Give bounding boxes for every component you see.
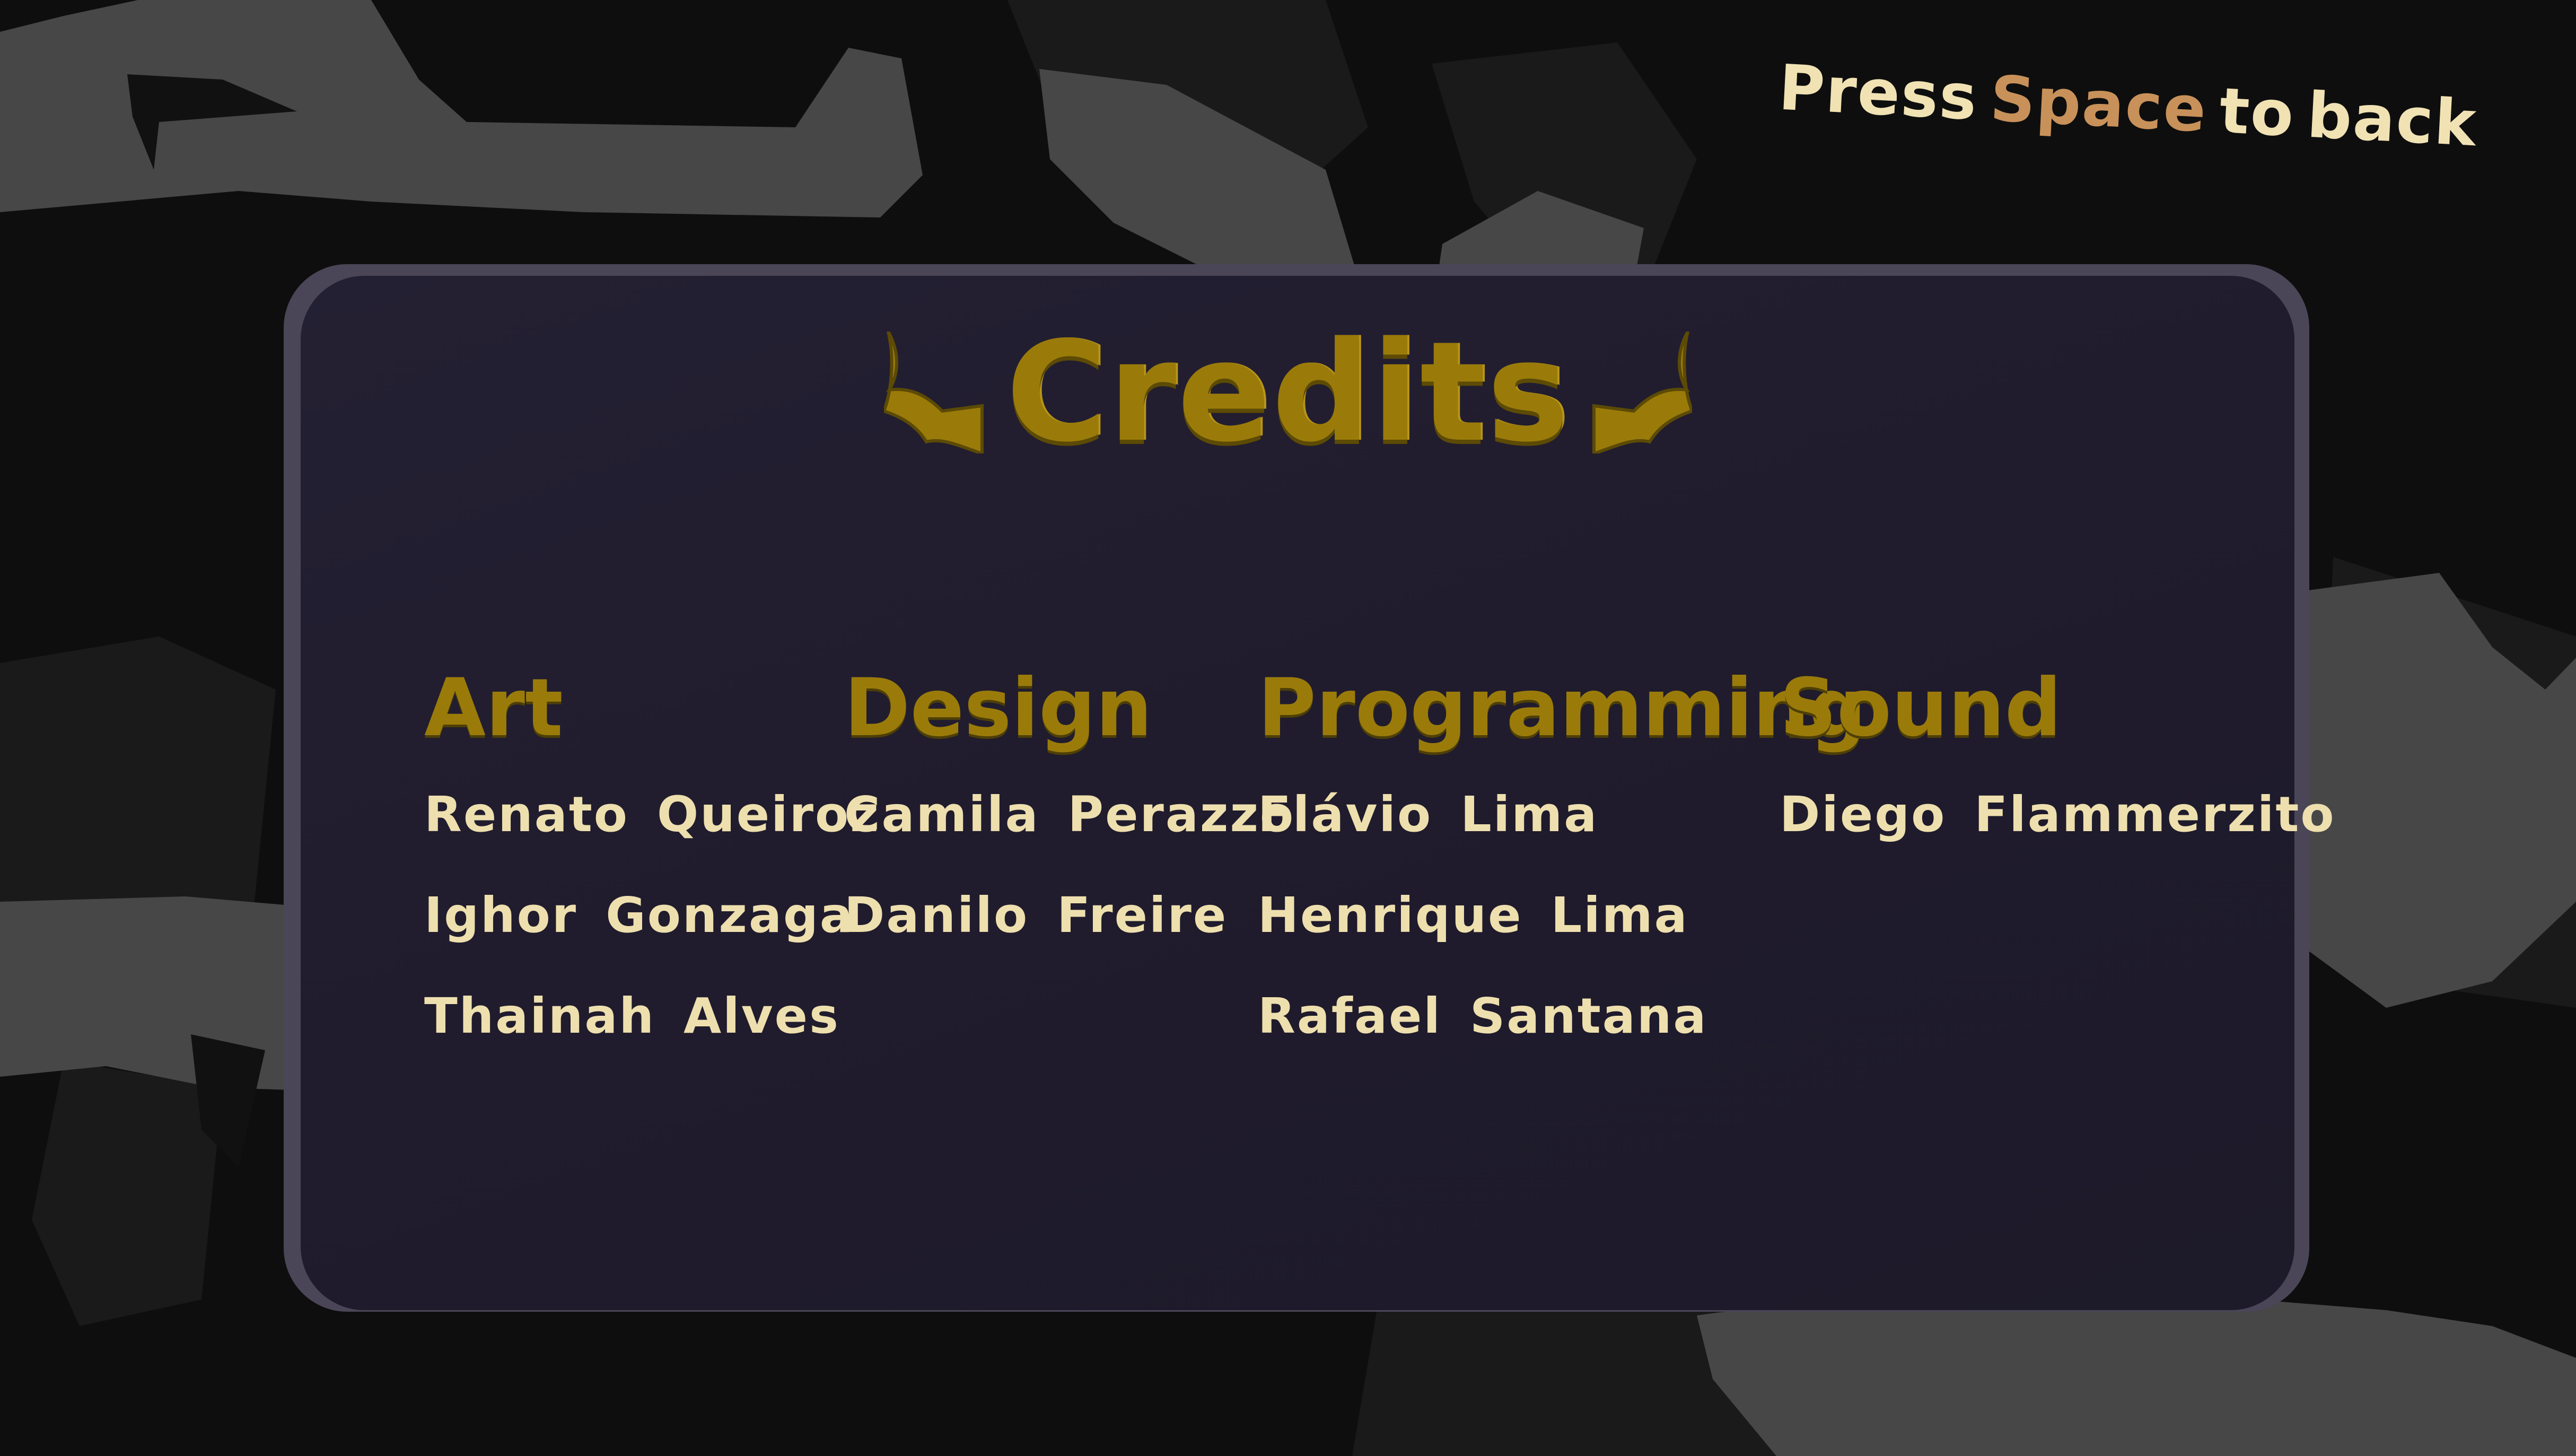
credit-name: Diego Flammerzito (1780, 786, 2336, 843)
credits-column-sound: Sound Diego Flammerzito (1780, 668, 2336, 891)
credit-name: Danilo Freire (844, 887, 1228, 944)
column-heading: Sound (1780, 662, 2062, 754)
credit-name: Thainah Alves (424, 988, 840, 1044)
bat-wing-left-icon (884, 332, 984, 454)
credits-column-design: Design Camila Perazzo Danilo Freire (844, 668, 1295, 992)
column-heading: Art (424, 662, 563, 754)
credit-name: Renato Queiroz (424, 786, 880, 843)
credits-screen: Press Space to back Credits Art Renato Quei… (0, 0, 2576, 1456)
hint-to: to (2218, 74, 2297, 151)
hint-space-key: Space (1988, 62, 2209, 146)
title-row: Credits (0, 318, 2576, 467)
credits-column-art: Art Renato Queiroz Ighor Gonzaga Thainah… (424, 668, 880, 1093)
credit-name: Flávio Lima (1258, 786, 1599, 843)
credit-name: Rafael Santana (1258, 988, 1708, 1044)
hint-press: Press (1776, 50, 1979, 134)
column-heading: Design (844, 662, 1153, 754)
credits-column-programming: Programming Flávio Lima Henrique Lima Ra… (1258, 668, 1867, 1093)
bat-wing-right-icon (1592, 332, 1692, 454)
credit-name: Henrique Lima (1258, 887, 1689, 944)
credit-name: Ighor Gonzaga (424, 887, 854, 944)
column-heading: Programming (1258, 662, 1867, 754)
credit-name: Camila Perazzo (844, 786, 1295, 843)
hint-back: back (2305, 78, 2479, 161)
credits-title: Credits (1006, 312, 1570, 473)
